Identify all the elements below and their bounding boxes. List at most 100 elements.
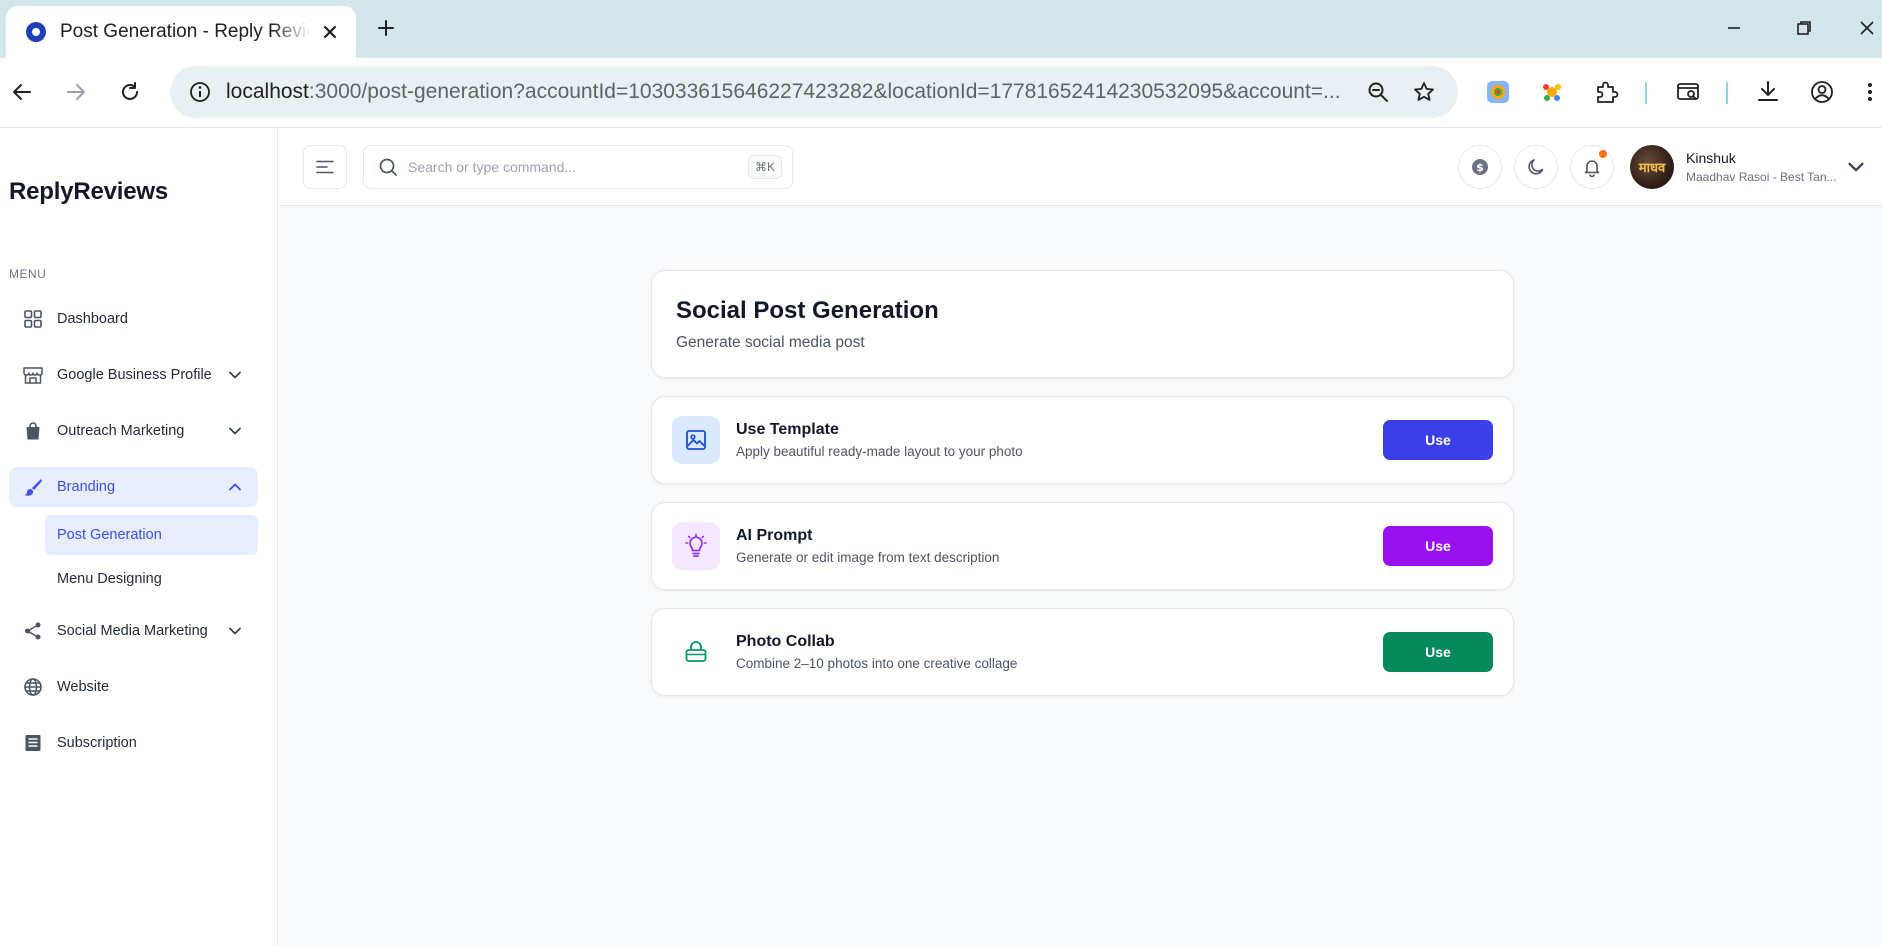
back-icon[interactable] xyxy=(4,74,40,110)
use-photo-collab-button[interactable]: Use xyxy=(1383,632,1493,672)
brush-icon xyxy=(22,476,44,498)
download-icon[interactable] xyxy=(1752,76,1784,108)
share-icon xyxy=(22,620,44,642)
browser-tabstrip: Post Generation - Reply Reviews xyxy=(0,0,1882,58)
store-icon xyxy=(22,364,44,386)
profile-icon[interactable] xyxy=(1806,76,1838,108)
sidebar-item-label: Social Media Marketing xyxy=(57,623,208,639)
theme-toggle-button[interactable] xyxy=(1514,145,1558,189)
image-icon xyxy=(672,416,720,464)
sidebar-item-subscription[interactable]: Subscription xyxy=(9,723,258,763)
sidebar-item-dashboard[interactable]: Dashboard xyxy=(9,299,258,339)
search-bar[interactable]: ⌘K xyxy=(363,145,793,189)
extension-flower-icon[interactable] xyxy=(1536,76,1568,108)
app-root: ReplyReviews MENU Dashboard Google Busin… xyxy=(0,128,1882,946)
sidebar-item-label: Branding xyxy=(57,479,116,495)
address-bar[interactable]: localhost:3000/post-generation?accountId… xyxy=(170,66,1458,118)
notifications-button[interactable] xyxy=(1570,145,1614,189)
use-ai-prompt-button[interactable]: Use xyxy=(1383,526,1493,566)
option-card-photo-collab: Photo Collab Combine 2–10 photos into on… xyxy=(651,608,1514,696)
chevron-down-icon[interactable] xyxy=(226,422,244,440)
shopping-bag-icon xyxy=(22,420,44,442)
option-description: Combine 2–10 photos into one creative co… xyxy=(736,656,1018,671)
search-shortcut: ⌘K xyxy=(747,155,782,179)
tab-title: Post Generation - Reply Reviews xyxy=(60,21,310,42)
chevron-down-icon[interactable] xyxy=(226,622,244,640)
dollar-coin-icon: $ xyxy=(1472,159,1488,175)
chevron-down-icon[interactable] xyxy=(226,366,244,384)
grid-icon xyxy=(22,308,44,330)
page-subtitle: Generate social media post xyxy=(676,334,865,351)
chevron-up-icon[interactable] xyxy=(226,478,244,496)
topbar: ⌘K $ माधव Kinshuk Maadhav Rasoi - Best T… xyxy=(279,128,1882,206)
bell-icon xyxy=(1584,160,1600,177)
notification-dot xyxy=(1599,150,1607,158)
sidebar-subitem-menu-designing[interactable]: Menu Designing xyxy=(45,559,258,599)
zoom-icon[interactable] xyxy=(1362,76,1394,108)
extension-color-icon[interactable] xyxy=(1482,76,1514,108)
browser-tab[interactable]: Post Generation - Reply Reviews xyxy=(6,6,356,58)
sidebar-item-outreach-marketing[interactable]: Outreach Marketing xyxy=(9,411,258,451)
tab-search-icon[interactable] xyxy=(1672,76,1704,108)
extensions-puzzle-icon[interactable] xyxy=(1590,76,1622,108)
bookmark-star-icon[interactable] xyxy=(1408,76,1440,108)
sidebar: ReplyReviews MENU Dashboard Google Busin… xyxy=(0,128,278,946)
sidebar-item-label: Outreach Marketing xyxy=(57,423,185,439)
sidebar-item-label: Dashboard xyxy=(57,311,128,327)
option-text: Use Template Apply beautiful ready-made … xyxy=(736,421,1383,459)
chevron-down-icon[interactable] xyxy=(1847,158,1865,176)
sidebar-item-label: Google Business Profile xyxy=(57,367,212,383)
sidebar-subitem-post-generation[interactable]: Post Generation xyxy=(45,515,258,555)
option-title: AI Prompt xyxy=(736,527,813,544)
collage-icon xyxy=(672,628,720,676)
site-info-icon[interactable] xyxy=(188,80,212,104)
sidebar-toggle-button[interactable] xyxy=(303,145,347,189)
close-window-icon[interactable] xyxy=(1852,12,1882,44)
browser-menu-icon[interactable] xyxy=(1858,76,1882,108)
main-content: ⌘K $ माधव Kinshuk Maadhav Rasoi - Best T… xyxy=(279,128,1882,946)
use-template-button[interactable]: Use xyxy=(1383,420,1493,460)
lightbulb-icon xyxy=(672,522,720,570)
sidebar-item-social-media-marketing[interactable]: Social Media Marketing xyxy=(9,611,258,651)
page-title: Social Post Generation xyxy=(676,297,939,324)
page-header-card: Social Post Generation Generate social m… xyxy=(651,270,1514,378)
svg-text:$: $ xyxy=(1476,161,1484,174)
toolbar-separator xyxy=(1645,82,1647,104)
globe-icon xyxy=(22,676,44,698)
option-title: Use Template xyxy=(736,421,839,438)
toolbar-separator xyxy=(1726,82,1728,104)
new-tab-icon[interactable] xyxy=(372,14,400,42)
favicon-icon xyxy=(26,22,46,42)
url-text: localhost:3000/post-generation?accountId… xyxy=(226,80,1341,103)
close-tab-icon[interactable] xyxy=(318,20,342,44)
sidebar-item-google-business-profile[interactable]: Google Business Profile xyxy=(9,355,258,395)
forward-icon[interactable] xyxy=(58,74,94,110)
menu-section-label: MENU xyxy=(9,267,47,281)
sidebar-item-branding[interactable]: Branding xyxy=(9,467,258,507)
browser-toolbar: localhost:3000/post-generation?accountId… xyxy=(0,58,1882,128)
reload-icon[interactable] xyxy=(112,74,148,110)
search-icon xyxy=(379,158,397,176)
moon-icon xyxy=(1528,159,1544,175)
restore-icon[interactable] xyxy=(1784,12,1824,44)
option-text: AI Prompt Generate or edit image from te… xyxy=(736,527,1383,565)
user-name[interactable]: Kinshuk xyxy=(1686,150,1736,166)
sidebar-item-website[interactable]: Website xyxy=(9,667,258,707)
option-title: Photo Collab xyxy=(736,633,835,650)
list-icon xyxy=(22,732,44,754)
sidebar-item-label: Subscription xyxy=(57,735,137,751)
brand-logo[interactable]: ReplyReviews xyxy=(9,178,168,206)
user-business[interactable]: Maadhav Rasoi - Best Tan... xyxy=(1686,170,1837,184)
minimize-icon[interactable] xyxy=(1714,12,1754,44)
credits-button[interactable]: $ xyxy=(1458,145,1502,189)
search-input[interactable] xyxy=(408,159,748,175)
option-card-ai-prompt: AI Prompt Generate or edit image from te… xyxy=(651,502,1514,590)
option-description: Generate or edit image from text descrip… xyxy=(736,550,1000,565)
option-description: Apply beautiful ready-made layout to you… xyxy=(736,444,1023,459)
avatar-logo: माधव xyxy=(1638,160,1666,175)
option-card-use-template: Use Template Apply beautiful ready-made … xyxy=(651,396,1514,484)
hamburger-icon xyxy=(316,160,334,174)
option-text: Photo Collab Combine 2–10 photos into on… xyxy=(736,633,1383,671)
avatar[interactable]: माधव xyxy=(1630,145,1674,189)
sidebar-item-label: Website xyxy=(57,679,110,695)
